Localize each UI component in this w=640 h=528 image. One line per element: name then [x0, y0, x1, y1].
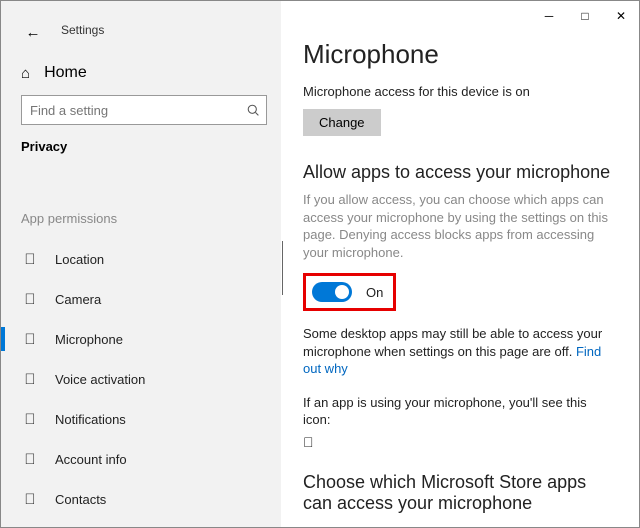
main-content: Microphone Microphone access for this de…	[281, 1, 639, 527]
sidebar-item-label: Account info	[55, 452, 127, 467]
home-label: Home	[44, 64, 87, 82]
notifications-icon: 	[21, 411, 39, 428]
search-icon	[240, 104, 266, 117]
sidebar-item-account-info[interactable]:  Account info	[1, 439, 281, 479]
back-button[interactable]: ←	[15, 17, 51, 47]
access-status: Microphone access for this device is on	[303, 84, 617, 99]
sidebar: ← Settings ⌂ Home Privacy App permission…	[1, 1, 281, 527]
toggle-highlight-box: On	[303, 273, 396, 311]
toggle-state-label: On	[366, 285, 383, 300]
category-label: Privacy	[21, 139, 67, 154]
home-icon: ⌂	[21, 65, 30, 82]
sidebar-item-label: Notifications	[55, 412, 126, 427]
section-label: App permissions	[21, 211, 117, 226]
desktop-apps-note: Some desktop apps may still be able to a…	[303, 325, 617, 378]
voice-activation-icon: 	[21, 371, 39, 388]
sidebar-item-location[interactable]:  Location	[1, 239, 281, 279]
section-allow-apps-desc: If you allow access, you can choose whic…	[303, 191, 617, 261]
sidebar-item-label: Location	[55, 252, 104, 267]
change-button[interactable]: Change	[303, 109, 381, 136]
sidebar-item-notifications[interactable]:  Notifications	[1, 399, 281, 439]
sidebar-item-contacts[interactable]:  Contacts	[1, 479, 281, 519]
app-title: Settings	[61, 23, 104, 37]
microphone-in-use-icon: 	[303, 433, 617, 452]
search-input[interactable]	[22, 103, 240, 118]
nav-list:  Location  Camera  Microphone  Voice…	[1, 239, 281, 519]
contacts-icon: 	[21, 491, 39, 508]
microphone-icon: 	[21, 331, 39, 348]
page-title: Microphone	[303, 39, 617, 70]
back-arrow-icon: ←	[26, 24, 41, 41]
location-icon: 	[21, 251, 39, 268]
section-allow-apps-title: Allow apps to access your microphone	[303, 162, 617, 183]
sidebar-item-voice-activation[interactable]:  Voice activation	[1, 359, 281, 399]
home-link[interactable]: ⌂ Home	[21, 57, 87, 89]
search-box[interactable]	[21, 95, 267, 125]
account-info-icon: 	[21, 451, 39, 468]
sidebar-item-camera[interactable]:  Camera	[1, 279, 281, 319]
sidebar-item-microphone[interactable]:  Microphone	[1, 319, 281, 359]
sidebar-item-label: Camera	[55, 292, 101, 307]
allow-apps-toggle[interactable]	[312, 282, 352, 302]
camera-icon: 	[21, 291, 39, 308]
icon-note: If an app is using your microphone, you'…	[303, 394, 617, 452]
sidebar-item-label: Microphone	[55, 332, 123, 347]
section-store-apps-title: Choose which Microsoft Store apps can ac…	[303, 472, 617, 514]
sidebar-item-label: Voice activation	[55, 372, 145, 387]
sidebar-item-label: Contacts	[55, 492, 106, 507]
